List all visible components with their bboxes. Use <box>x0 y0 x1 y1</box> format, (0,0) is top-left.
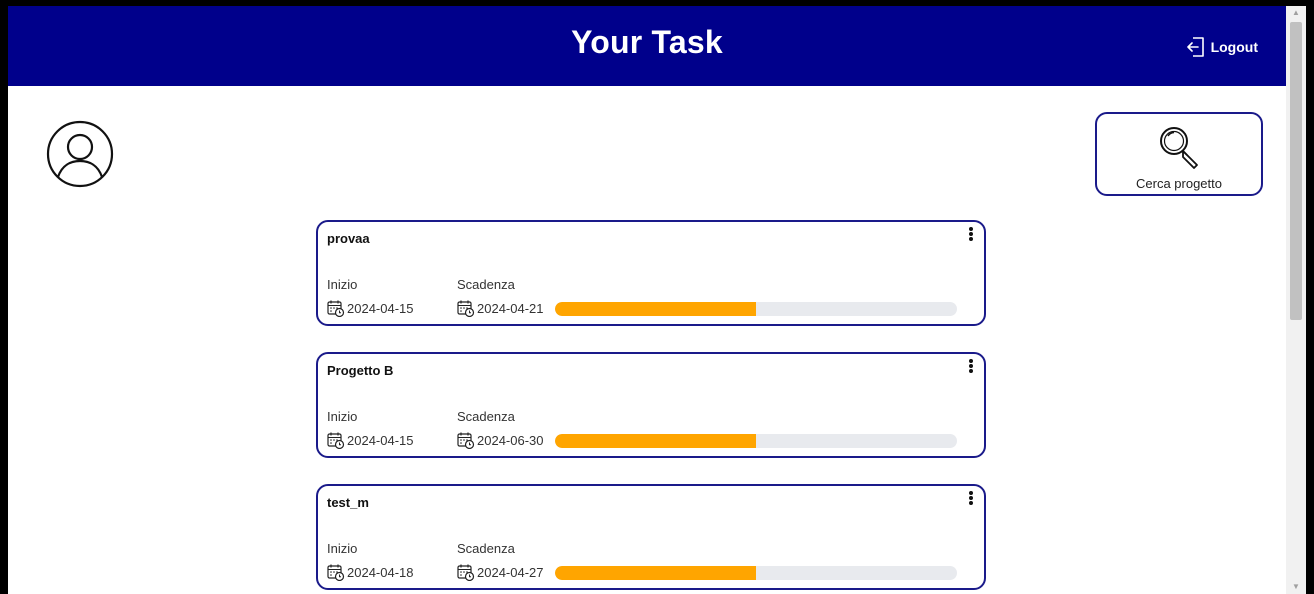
magnifier-icon <box>1157 124 1203 175</box>
more-options-icon[interactable] <box>968 490 974 506</box>
vertical-scrollbar[interactable]: ▲ ▼ <box>1286 6 1306 594</box>
deadline-date: 2024-06-30 <box>457 431 544 449</box>
deadline-label: Scadenza <box>457 409 515 424</box>
deadline-date-value: 2024-04-27 <box>477 564 544 580</box>
project-card[interactable]: provaa Inizio Scadenza 2024-04-15 2024-0… <box>316 220 986 326</box>
start-date: 2024-04-18 <box>327 563 414 581</box>
top-bar: Your Task Logout <box>8 6 1286 86</box>
start-date-value: 2024-04-15 <box>347 432 414 448</box>
calendar-clock-icon <box>327 300 345 317</box>
start-label: Inizio <box>327 277 358 292</box>
calendar-clock-icon <box>457 564 475 581</box>
calendar-clock-icon <box>457 432 475 449</box>
more-options-icon[interactable] <box>968 358 974 374</box>
scrollbar-thumb[interactable] <box>1290 22 1302 320</box>
more-options-icon[interactable] <box>968 226 974 242</box>
calendar-clock-icon <box>327 432 345 449</box>
project-name: Progetto B <box>327 363 394 378</box>
deadline-label: Scadenza <box>457 277 515 292</box>
page: Your Task Logout Cerca progetto provaa I… <box>8 6 1286 594</box>
project-name: test_m <box>327 495 369 510</box>
project-name: provaa <box>327 231 370 246</box>
deadline-label: Scadenza <box>457 541 515 556</box>
start-date-value: 2024-04-15 <box>347 300 414 316</box>
start-label: Inizio <box>327 541 358 556</box>
calendar-clock-icon <box>457 300 475 317</box>
start-date: 2024-04-15 <box>327 431 414 449</box>
progress-bar <box>555 302 957 316</box>
calendar-clock-icon <box>327 564 345 581</box>
page-title: Your Task <box>571 24 723 60</box>
scroll-down-icon[interactable]: ▼ <box>1286 580 1306 594</box>
search-project-label: Cerca progetto <box>1136 176 1222 191</box>
progress-fill <box>555 434 756 448</box>
progress-fill <box>555 566 756 580</box>
start-date: 2024-04-15 <box>327 299 414 317</box>
project-card[interactable]: Progetto B Inizio Scadenza 2024-04-15 20… <box>316 352 986 458</box>
logout-label: Logout <box>1210 39 1258 55</box>
progress-bar <box>555 434 957 448</box>
logout-button[interactable]: Logout <box>1186 37 1258 57</box>
deadline-date: 2024-04-21 <box>457 299 544 317</box>
progress-fill <box>555 302 756 316</box>
start-date-value: 2024-04-18 <box>347 564 414 580</box>
window-border <box>1306 0 1314 594</box>
project-card[interactable]: test_m Inizio Scadenza 2024-04-18 2024-0… <box>316 484 986 590</box>
avatar[interactable] <box>46 120 114 188</box>
search-project-button[interactable]: Cerca progetto <box>1095 112 1263 196</box>
scroll-up-icon[interactable]: ▲ <box>1286 6 1306 20</box>
user-icon <box>46 120 114 188</box>
start-label: Inizio <box>327 409 358 424</box>
progress-bar <box>555 566 957 580</box>
deadline-date-value: 2024-04-21 <box>477 300 544 316</box>
deadline-date: 2024-04-27 <box>457 563 544 581</box>
logout-icon <box>1186 37 1204 57</box>
deadline-date-value: 2024-06-30 <box>477 432 544 448</box>
